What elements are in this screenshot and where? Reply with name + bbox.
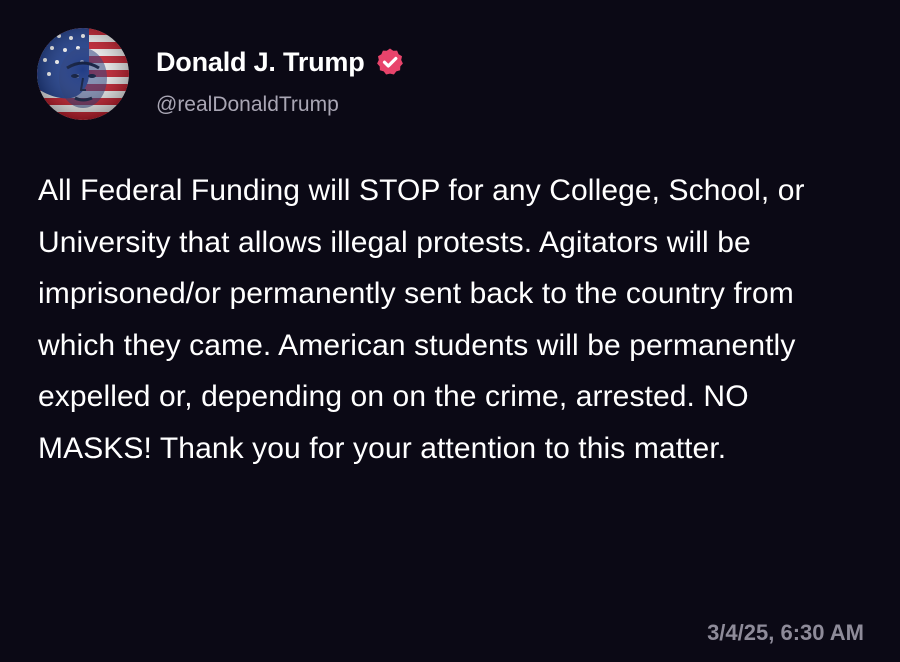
flag-face-avatar-icon — [37, 28, 129, 120]
author-name-row: Donald J. Trump — [156, 44, 405, 80]
verified-badge-icon — [375, 47, 405, 77]
post-card: Donald J. Trump @realDonaldTrump All Fed… — [0, 0, 900, 662]
author-handle[interactable]: @realDonaldTrump — [156, 93, 339, 117]
author-name[interactable]: Donald J. Trump — [156, 47, 365, 78]
avatar[interactable] — [37, 28, 129, 120]
post-timestamp[interactable]: 3/4/25, 6:30 AM — [707, 620, 864, 646]
post-body-text: All Federal Funding will STOP for any Co… — [38, 174, 805, 465]
